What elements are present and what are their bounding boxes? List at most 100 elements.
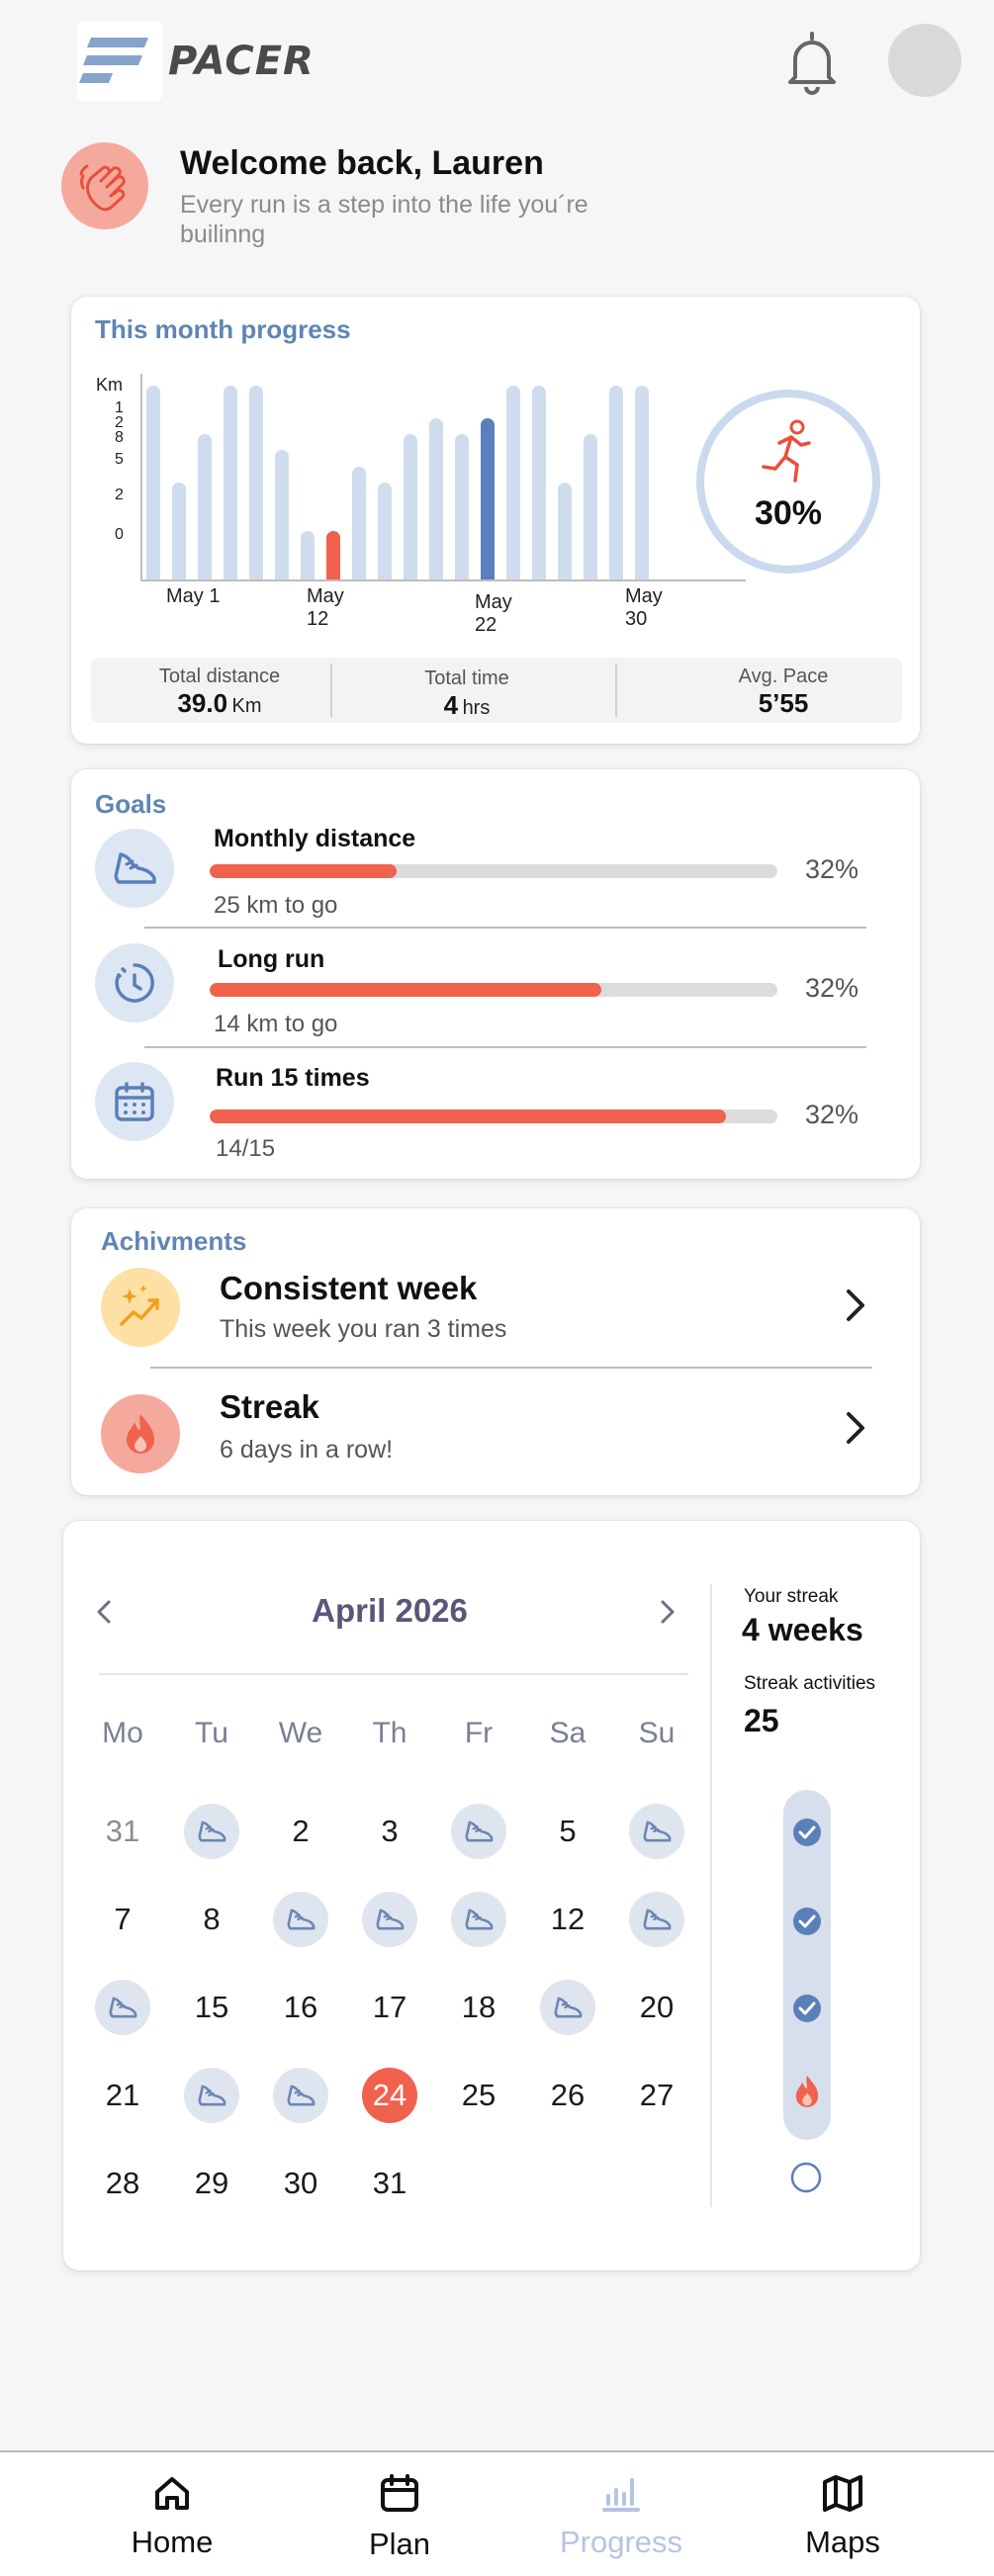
y-axis-unit: Km — [96, 375, 123, 395]
chevron-right-icon[interactable] — [653, 1592, 682, 1632]
calendar-day[interactable]: 3 — [362, 1804, 417, 1859]
goal-progress-bar — [210, 1110, 777, 1123]
chart-bar — [609, 386, 623, 579]
calendar-day[interactable]: 25 — [451, 2068, 506, 2123]
goal-calendar-icon — [95, 1062, 174, 1141]
calendar-day-today[interactable]: 24 — [362, 2068, 417, 2123]
chevron-left-icon[interactable] — [89, 1592, 119, 1632]
chart-bar — [301, 531, 315, 579]
month-progress-card: This month progress Km 12 8 5 2 0 May 1 May 12… — [71, 297, 920, 744]
calendar-day[interactable]: 30 — [273, 2156, 328, 2211]
achievement-consistent-week[interactable]: Consistent week This week you ran 3 time… — [71, 1260, 920, 1369]
achievement-subtext: 6 days in a row! — [220, 1436, 394, 1464]
calendar-day[interactable]: 7 — [95, 1892, 150, 1947]
chart-bar — [224, 386, 237, 579]
chart-bar — [198, 434, 212, 579]
x-tick-label: May 1 — [166, 585, 220, 608]
x-tick-line: May — [307, 585, 344, 607]
chart-bar — [429, 418, 443, 579]
calendar-day[interactable]: 12 — [540, 1892, 595, 1947]
stat-value: 39.0 — [177, 688, 228, 718]
nav-progress[interactable]: Progress — [542, 2472, 700, 2560]
goal-title: Long run — [218, 945, 325, 973]
x-tick-line: 12 — [307, 608, 329, 630]
weekday-label: Th — [372, 1717, 407, 1749]
goal-progress-bar — [210, 864, 777, 878]
run-day-shoe-icon[interactable] — [273, 2068, 328, 2123]
nav-plan[interactable]: Plan — [320, 2472, 479, 2562]
chart-bar — [378, 483, 392, 579]
goal-percent: 32% — [805, 854, 859, 884]
x-tick-label: May 12 — [307, 585, 344, 631]
bell-icon[interactable] — [779, 28, 845, 97]
pacer-logo: PACER — [77, 22, 315, 101]
chart-bar — [326, 531, 340, 579]
calendar-day[interactable]: 16 — [273, 1980, 328, 2035]
calendar-day[interactable]: 31 — [362, 2156, 417, 2211]
divider — [99, 1673, 688, 1675]
calendar-icon — [381, 2474, 418, 2512]
calendar-day[interactable]: 5 — [540, 1804, 595, 1859]
chart-bar — [532, 386, 546, 579]
progress-ring-percent: 30% — [754, 494, 823, 532]
waving-hand-icon — [61, 142, 148, 229]
calendar-day[interactable]: 15 — [184, 1980, 239, 2035]
calendar-day[interactable]: 27 — [629, 2068, 684, 2123]
calendar-day[interactable]: 26 — [540, 2068, 595, 2123]
stat-label: Avg. Pace — [738, 666, 829, 687]
divider — [144, 927, 866, 929]
calendar-day[interactable]: 8 — [184, 1892, 239, 1947]
nav-home[interactable]: Home — [93, 2472, 251, 2560]
progress-ring: 30% — [692, 386, 884, 577]
run-day-shoe-icon[interactable] — [184, 2068, 239, 2123]
calendar-day[interactable]: 20 — [629, 1980, 684, 2035]
run-day-shoe-icon[interactable] — [629, 1804, 684, 1859]
logo-text: PACER — [168, 39, 315, 84]
avatar[interactable] — [888, 24, 961, 97]
nav-maps[interactable]: Maps — [764, 2472, 922, 2560]
bottom-nav: Home Plan Progress Maps — [0, 2450, 994, 2576]
achievement-title: Consistent week — [220, 1270, 478, 1306]
calendar-day[interactable]: 21 — [95, 2068, 150, 2123]
chart-bar — [249, 386, 263, 579]
x-tick-line: May — [625, 585, 663, 607]
welcome-heading: Welcome back, Lauren — [180, 144, 544, 182]
run-day-shoe-icon[interactable] — [184, 1804, 239, 1859]
x-tick-label: May 30 — [625, 585, 663, 631]
run-day-shoe-icon[interactable] — [451, 1804, 506, 1859]
goal-subtext: 14 km to go — [214, 1011, 338, 1037]
fire-icon — [101, 1394, 180, 1473]
run-day-shoe-icon[interactable] — [451, 1892, 506, 1947]
chart-bar — [352, 467, 366, 579]
run-day-shoe-icon[interactable] — [273, 1892, 328, 1947]
stat-value: 4 — [443, 690, 459, 720]
run-day-shoe-icon[interactable] — [95, 1980, 150, 2035]
run-day-shoe-icon[interactable] — [540, 1980, 595, 2035]
x-tick-line: May — [475, 591, 512, 613]
stat-value: 5’55 — [758, 688, 809, 718]
streak-label: Your streak — [744, 1586, 839, 1607]
stat-label: Total time — [424, 667, 509, 689]
calendar-card: April 2026 Mo Tu We Th Fr Sa Su 31 2 3 5 7 8 12 15 16 1… — [63, 1521, 920, 2270]
x-tick-line: 30 — [625, 608, 648, 630]
x-tick-label: May 22 — [475, 591, 512, 637]
calendar-day[interactable]: 18 — [451, 1980, 506, 2035]
divider — [150, 1367, 872, 1369]
calendar-day[interactable]: 2 — [273, 1804, 328, 1859]
check-circle-icon — [792, 1818, 822, 1852]
chevron-right-icon[interactable] — [841, 1286, 870, 1325]
chart-bar — [172, 483, 186, 579]
achievement-subtext: This week you ran 3 times — [220, 1315, 507, 1343]
goal-subtext: 14/15 — [216, 1135, 276, 1162]
achievement-streak[interactable]: Streak 6 days in a row! — [71, 1371, 920, 1489]
weekday-label: Tu — [195, 1717, 228, 1749]
run-day-shoe-icon[interactable] — [629, 1892, 684, 1947]
run-day-shoe-icon[interactable] — [362, 1892, 417, 1947]
calendar-day[interactable]: 28 — [95, 2156, 150, 2211]
calendar-day[interactable]: 31 — [95, 1804, 150, 1859]
calendar-day[interactable]: 29 — [184, 2156, 239, 2211]
check-circle-icon — [792, 1994, 822, 2028]
nav-label: Maps — [805, 2525, 880, 2559]
calendar-day[interactable]: 17 — [362, 1980, 417, 2035]
chevron-right-icon[interactable] — [841, 1408, 870, 1448]
